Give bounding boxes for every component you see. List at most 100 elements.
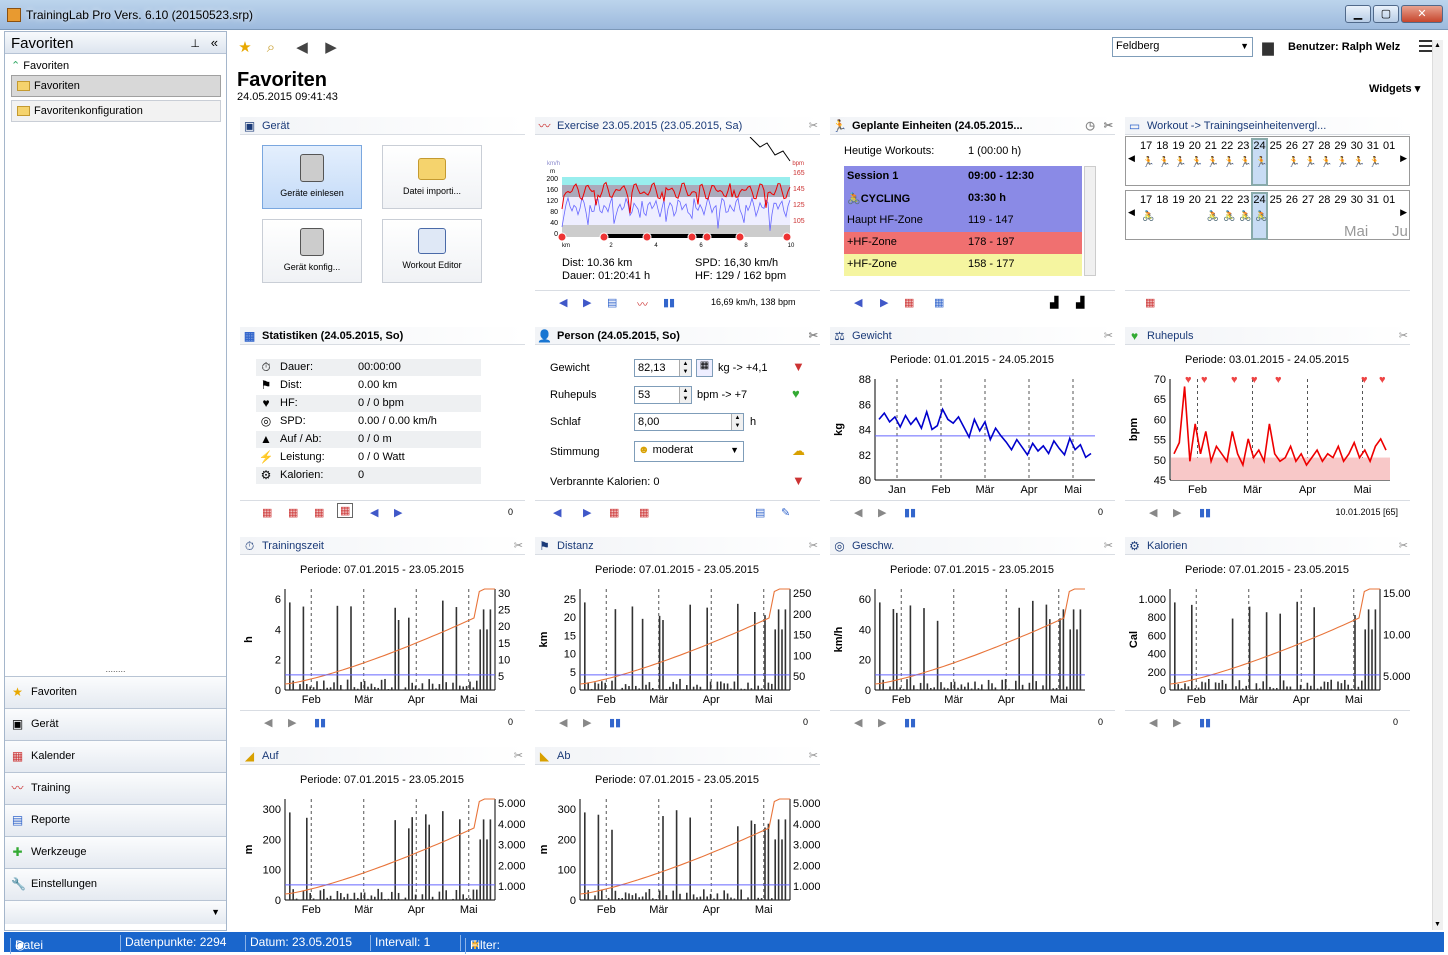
calendar-icon[interactable]: ▦ bbox=[904, 296, 914, 309]
calendar-day-icon[interactable]: ▦ bbox=[262, 506, 272, 519]
expand-icon[interactable]: ⌃ bbox=[11, 60, 20, 72]
calendar-day[interactable]: 22 bbox=[1221, 140, 1233, 152]
tools-icon[interactable]: ✂ bbox=[1104, 329, 1113, 342]
prev-arrow-icon[interactable]: ◀ bbox=[1149, 506, 1157, 519]
calendar-day[interactable]: 01 bbox=[1383, 194, 1395, 206]
calendar-day[interactable]: 19 bbox=[1172, 140, 1184, 152]
calendar-day[interactable]: 17 bbox=[1140, 140, 1152, 152]
schlaf-input[interactable]: 8,00 ▲ ▼ bbox=[634, 413, 744, 431]
list-icon[interactable]: ▤ bbox=[607, 296, 617, 309]
nav-einstellungen[interactable]: 🔧 Einstellungen bbox=[5, 868, 226, 900]
calendar-day[interactable]: 23 bbox=[1237, 140, 1249, 152]
prev-arrow-icon[interactable]: ◀ bbox=[1128, 153, 1135, 164]
next-arrow-icon[interactable]: ▶ bbox=[880, 296, 888, 309]
plan-scrollbar[interactable] bbox=[1084, 166, 1096, 276]
calendar-month-icon[interactable]: ▦ bbox=[314, 506, 324, 519]
back-icon[interactable]: ◀ bbox=[294, 40, 310, 56]
calendar-strip-actual[interactable]: ◀ ▶ 17 🚴 18 19 20 21 🚴 22 🚴 23 🚴 24 🚴 25 26 27 28 29 30 31 01 M… bbox=[1125, 190, 1410, 240]
edit-icon[interactable]: ✎ bbox=[781, 506, 790, 519]
maximize-button[interactable]: ▢ bbox=[1373, 5, 1399, 23]
nav-kalender[interactable]: ▦ Kalender bbox=[5, 740, 226, 772]
calendar-day[interactable]: 21 bbox=[1205, 194, 1217, 206]
next-arrow-icon[interactable]: ▶ bbox=[878, 716, 886, 729]
next-arrow-icon[interactable]: ▶ bbox=[583, 296, 591, 309]
table-icon[interactable]: ▦ bbox=[934, 296, 944, 309]
tile-geraete-einlesen[interactable]: Geräte einlesen bbox=[262, 145, 362, 209]
minimize-button[interactable]: ▁ bbox=[1345, 5, 1371, 23]
calendar-day[interactable]: 31 bbox=[1367, 194, 1379, 206]
prev-arrow-icon[interactable]: ◀ bbox=[559, 716, 567, 729]
spinner[interactable]: ▲ ▼ bbox=[731, 414, 743, 430]
next-arrow-icon[interactable]: ▶ bbox=[288, 716, 296, 729]
tools-icon[interactable]: ✂ bbox=[514, 539, 523, 552]
calendar-day[interactable]: 21 bbox=[1205, 140, 1217, 152]
plan-row[interactable]: +HF-Zone 158 - 177 bbox=[844, 254, 1082, 276]
calendar-day[interactable]: 18 bbox=[1156, 194, 1168, 206]
calendar-day[interactable]: 31 bbox=[1367, 140, 1379, 152]
chart-compare-icon[interactable]: ▟ bbox=[1076, 296, 1084, 309]
favorite-star-icon[interactable]: ★ bbox=[237, 40, 253, 56]
calendar-year-icon[interactable]: ▦ bbox=[337, 503, 354, 518]
calendar-week-icon[interactable]: ▦ bbox=[288, 506, 298, 519]
calendar-day[interactable]: 30 bbox=[1351, 194, 1363, 206]
prev-arrow-icon[interactable]: ◀ bbox=[854, 506, 862, 519]
calendar-day[interactable]: 19 bbox=[1172, 194, 1184, 206]
location-select[interactable]: Feldberg ▼ bbox=[1112, 37, 1253, 57]
next-arrow-icon[interactable]: ▶ bbox=[1400, 207, 1407, 218]
tools-icon[interactable]: ✂ bbox=[1399, 539, 1408, 552]
nav-geraet[interactable]: ▣ Gerät bbox=[5, 708, 226, 740]
prev-arrow-icon[interactable]: ◀ bbox=[370, 506, 378, 519]
tools-icon[interactable]: ✂ bbox=[1104, 539, 1113, 552]
close-button[interactable]: ✕ bbox=[1401, 5, 1443, 23]
nav-werkzeuge[interactable]: ✚ Werkzeuge bbox=[5, 836, 226, 868]
calendar-day[interactable]: 29 bbox=[1334, 194, 1346, 206]
calendar-day[interactable]: 25 bbox=[1270, 194, 1282, 206]
bar-chart-icon[interactable]: ▮▮ bbox=[904, 506, 916, 519]
plan-row[interactable]: +HF-Zone 178 - 197 bbox=[844, 232, 1082, 254]
menu-icon[interactable] bbox=[1419, 40, 1433, 52]
plan-row[interactable]: Session 1 09:00 - 12:30 bbox=[844, 166, 1082, 188]
calendar-strip-plan[interactable]: ◀ ▶ 17 🏃 18 🏃 19 🏃 20 🏃 21 🏃 22 🏃 23 🏃 24 🏃 25 26 🏃 27 🏃 28 🏃 29 🏃… bbox=[1125, 136, 1410, 186]
bar-chart-icon[interactable]: ▮▮ bbox=[609, 716, 621, 729]
calendar-icon[interactable]: ▦ bbox=[1145, 296, 1155, 309]
prev-arrow-icon[interactable]: ◀ bbox=[854, 296, 862, 309]
calendar-day[interactable]: 01 bbox=[1383, 140, 1395, 152]
tile-geraet-konfig[interactable]: Gerät konfig... bbox=[262, 219, 362, 283]
next-arrow-icon[interactable]: ▶ bbox=[1173, 716, 1181, 729]
bar-chart-icon[interactable]: ▮▮ bbox=[904, 716, 916, 729]
next-arrow-icon[interactable]: ▶ bbox=[583, 506, 591, 519]
collapse-icon[interactable]: « bbox=[211, 35, 218, 50]
bar-chart-icon[interactable]: ▮▮ bbox=[663, 296, 675, 309]
calendar-icon[interactable]: ▦ bbox=[609, 506, 619, 519]
nav-training[interactable]: 〰 Training bbox=[5, 772, 226, 804]
widgets-menu[interactable]: Widgets ▾ bbox=[1369, 82, 1420, 95]
forward-icon[interactable]: ▶ bbox=[323, 40, 339, 56]
next-arrow-icon[interactable]: ▶ bbox=[878, 506, 886, 519]
tree-root[interactable]: ⌃ Favoriten bbox=[5, 54, 226, 72]
prev-arrow-icon[interactable]: ◀ bbox=[854, 716, 862, 729]
next-arrow-icon[interactable]: ▶ bbox=[394, 506, 402, 519]
tools-icon[interactable]: ✂ bbox=[809, 119, 818, 132]
bar-chart-icon[interactable]: ▮▮ bbox=[1199, 716, 1211, 729]
tools-icon[interactable]: ✂ bbox=[809, 749, 818, 762]
splitter-grip[interactable]: ........ bbox=[5, 665, 226, 674]
calendar-day[interactable]: 30 bbox=[1351, 140, 1363, 152]
calendar-day[interactable]: 26 bbox=[1286, 140, 1298, 152]
tools-icon[interactable]: ✂ bbox=[514, 749, 523, 762]
calendar-day[interactable]: 27 bbox=[1302, 194, 1314, 206]
gewicht-input[interactable]: 82,13 ▲ ▼ bbox=[634, 359, 692, 377]
pin-icon[interactable]: ⊥ bbox=[190, 37, 200, 50]
list-icon[interactable]: ▤ bbox=[755, 506, 765, 519]
calculator-icon[interactable]: ▦ bbox=[696, 359, 713, 377]
prev-arrow-icon[interactable]: ◀ bbox=[1128, 207, 1135, 218]
tree-item-favoritenkonfiguration[interactable]: Favoritenkonfiguration bbox=[11, 100, 221, 122]
calendar-day[interactable]: 25 bbox=[1270, 140, 1282, 152]
tools-icon[interactable]: ✂ bbox=[809, 539, 818, 552]
nav-more-button[interactable]: ▼ bbox=[5, 900, 226, 924]
stimmung-select[interactable]: ☻ moderat ▼ bbox=[634, 441, 744, 462]
calendar-day[interactable]: 26 bbox=[1286, 194, 1298, 206]
calendar-day[interactable]: 20 bbox=[1189, 194, 1201, 206]
calendar-day[interactable]: 27 bbox=[1302, 140, 1314, 152]
tree-item-favoriten[interactable]: Favoriten bbox=[11, 75, 221, 97]
calendar-small-icon[interactable]: ▦ bbox=[639, 506, 649, 519]
